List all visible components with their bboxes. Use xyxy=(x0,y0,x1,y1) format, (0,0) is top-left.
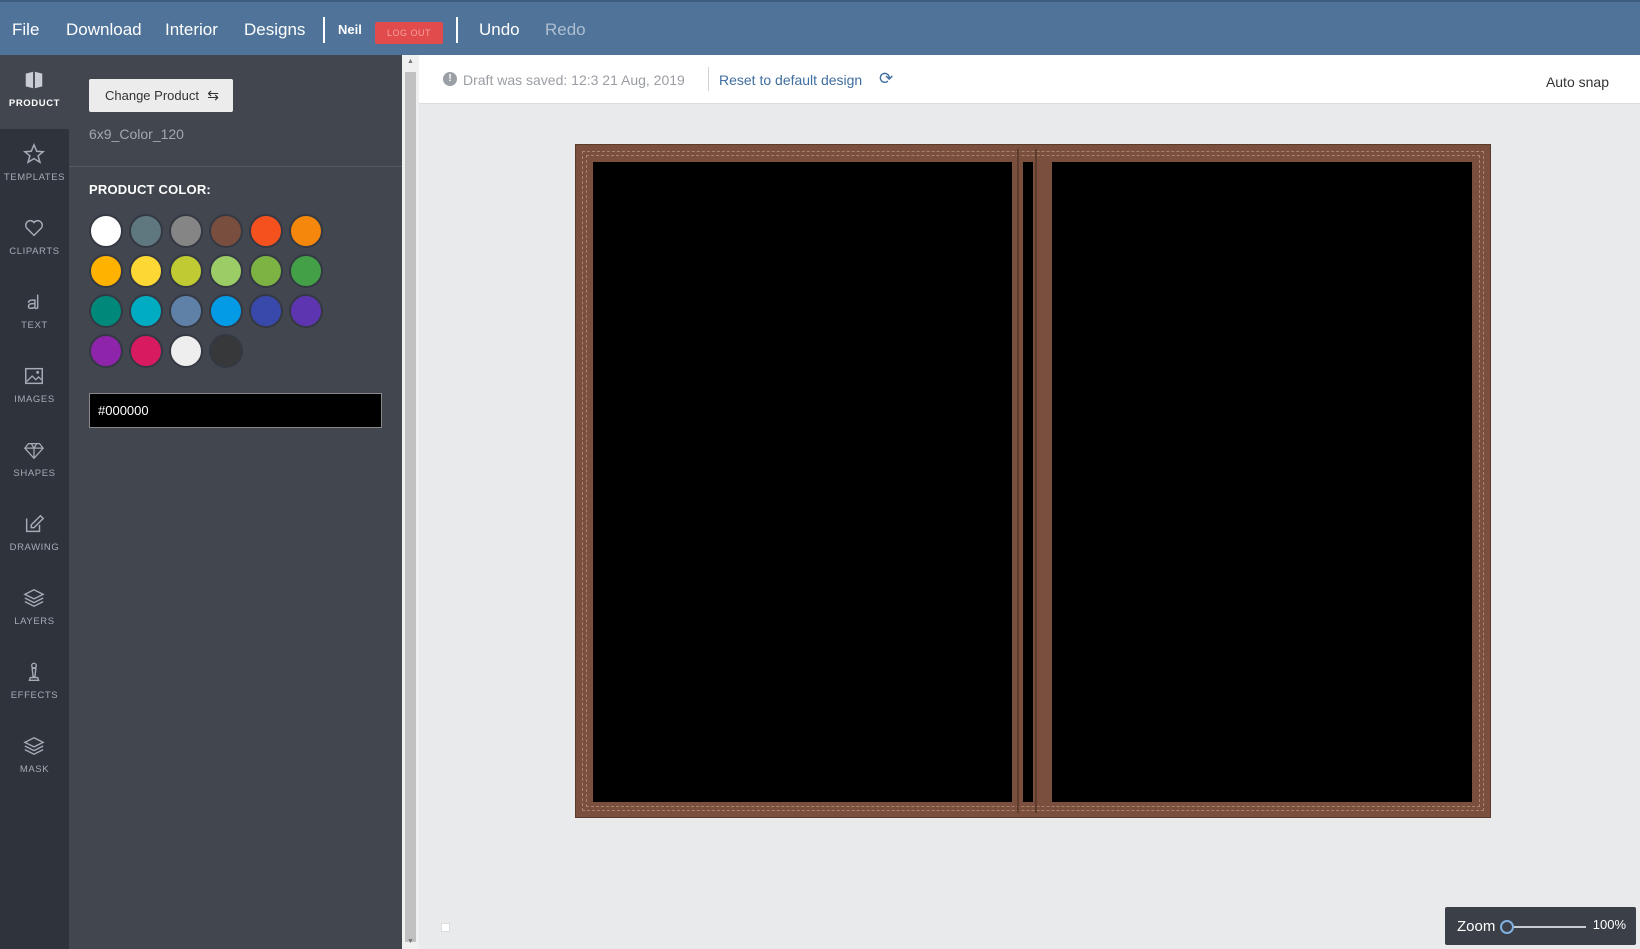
rail-item-text[interactable]: TEXT xyxy=(0,277,69,351)
rail-label-drawing: DRAWING xyxy=(9,542,60,553)
panel-divider xyxy=(69,166,402,167)
zoom-label: Zoom xyxy=(1457,918,1496,935)
canvas-handle[interactable] xyxy=(441,923,450,932)
top-toolbar: File Download Interior Designs Neil LOG … xyxy=(0,0,1640,55)
layers-icon xyxy=(23,588,45,608)
back-cover-page[interactable] xyxy=(593,162,1012,802)
color-swatch[interactable] xyxy=(169,334,203,368)
rail-item-product[interactable]: PRODUCT xyxy=(0,55,69,129)
color-swatch[interactable] xyxy=(249,294,283,328)
star-icon xyxy=(23,143,45,164)
heart-icon xyxy=(25,219,43,237)
toolbar-divider xyxy=(323,17,325,43)
product-panel: Change Product ⇆ 6x9_Color_120 PRODUCT C… xyxy=(69,55,402,949)
scroll-down-icon[interactable]: ▼ xyxy=(402,935,419,949)
mask-icon xyxy=(23,736,45,756)
swap-icon: ⇆ xyxy=(207,87,219,103)
chess-icon xyxy=(28,662,40,681)
front-cover-page[interactable] xyxy=(1052,162,1472,802)
spine-line-right xyxy=(1035,149,1037,813)
zoom-slider-track[interactable] xyxy=(1508,926,1586,928)
toolbar-divider xyxy=(456,17,458,43)
zoom-control: Zoom 100% xyxy=(1445,907,1636,945)
panel-scrollbar[interactable]: ▲ ▼ xyxy=(402,55,419,949)
color-swatch[interactable] xyxy=(249,254,283,288)
color-swatch[interactable] xyxy=(169,254,203,288)
rail-label-text: TEXT xyxy=(21,320,48,331)
menu-designs[interactable]: Designs xyxy=(244,20,305,40)
color-swatch[interactable] xyxy=(129,214,163,248)
info-icon: ! xyxy=(443,72,457,86)
change-product-button[interactable]: Change Product ⇆ xyxy=(89,79,233,112)
user-name: Neil xyxy=(338,22,362,37)
color-swatch[interactable] xyxy=(289,214,323,248)
rail-label-mask: MASK xyxy=(19,764,50,775)
rail-label-shapes: SHAPES xyxy=(13,468,56,479)
color-swatch[interactable] xyxy=(129,294,163,328)
rail-item-cliparts[interactable]: CLIPARTS xyxy=(0,203,69,277)
zoom-slider-handle[interactable] xyxy=(1500,920,1514,934)
color-swatch[interactable] xyxy=(129,254,163,288)
color-swatch[interactable] xyxy=(209,334,243,368)
pencil-icon xyxy=(25,514,45,533)
spine-line-left xyxy=(1017,149,1019,813)
color-swatch[interactable] xyxy=(169,294,203,328)
rail-label-layers: LAYERS xyxy=(14,616,55,627)
rail-item-shapes[interactable]: SHAPES xyxy=(0,425,69,499)
text-icon xyxy=(27,294,39,310)
color-swatch[interactable] xyxy=(209,214,243,248)
rail-item-templates[interactable]: TEMPLATES xyxy=(0,129,69,203)
rail-item-layers[interactable]: LAYERS xyxy=(0,573,69,647)
rail-label-images: IMAGES xyxy=(14,394,55,405)
status-bar: ! Draft was saved: 12:3 21 Aug, 2019 Res… xyxy=(419,55,1640,104)
color-swatch[interactable] xyxy=(209,254,243,288)
menu-file[interactable]: File xyxy=(12,20,39,40)
change-product-label: Change Product xyxy=(105,88,199,103)
rail-item-images[interactable]: IMAGES xyxy=(0,351,69,425)
color-swatch[interactable] xyxy=(209,294,243,328)
rail-label-templates: TEMPLATES xyxy=(3,172,66,183)
rail-label-effects: EFFECTS xyxy=(10,690,59,701)
spine-area[interactable] xyxy=(1023,162,1033,802)
color-swatch[interactable] xyxy=(289,254,323,288)
rail-label-product: PRODUCT xyxy=(8,98,61,109)
color-swatch[interactable] xyxy=(89,214,123,248)
scroll-thumb[interactable] xyxy=(405,72,416,942)
image-icon xyxy=(25,367,43,385)
hex-color-input[interactable] xyxy=(89,393,382,428)
rail-item-mask[interactable]: MASK xyxy=(0,721,69,795)
color-swatch[interactable] xyxy=(89,334,123,368)
color-swatch[interactable] xyxy=(129,334,163,368)
reset-design-link[interactable]: Reset to default design xyxy=(719,72,862,88)
color-swatch[interactable] xyxy=(249,214,283,248)
color-swatch[interactable] xyxy=(289,294,323,328)
menu-download[interactable]: Download xyxy=(66,20,142,40)
status-divider xyxy=(708,67,709,91)
rail-item-effects[interactable]: EFFECTS xyxy=(0,647,69,721)
book-icon xyxy=(25,71,43,89)
scroll-up-icon[interactable]: ▲ xyxy=(402,55,419,69)
undo-button[interactable]: Undo xyxy=(479,20,520,40)
tool-rail: PRODUCT TEMPLATES CLIPARTS TEXT IMAGES S… xyxy=(0,55,69,949)
color-swatch[interactable] xyxy=(169,214,203,248)
product-name: 6x9_Color_120 xyxy=(89,126,184,142)
rail-label-cliparts: CLIPARTS xyxy=(9,246,60,257)
zoom-value: 100% xyxy=(1592,917,1626,932)
redo-button[interactable]: Redo xyxy=(545,20,586,40)
rail-item-drawing[interactable]: DRAWING xyxy=(0,499,69,573)
refresh-icon[interactable]: ⟳ xyxy=(879,69,893,89)
product-color-heading: PRODUCT COLOR: xyxy=(89,182,211,197)
auto-snap-toggle[interactable]: Auto snap xyxy=(1546,74,1609,90)
color-swatch[interactable] xyxy=(89,294,123,328)
logout-button[interactable]: LOG OUT xyxy=(375,22,443,44)
draft-saved-text: Draft was saved: 12:3 21 Aug, 2019 xyxy=(463,72,685,88)
book-cover-canvas[interactable] xyxy=(575,144,1491,818)
color-swatch[interactable] xyxy=(89,254,123,288)
menu-interior[interactable]: Interior xyxy=(165,20,218,40)
diamond-icon xyxy=(23,442,45,460)
